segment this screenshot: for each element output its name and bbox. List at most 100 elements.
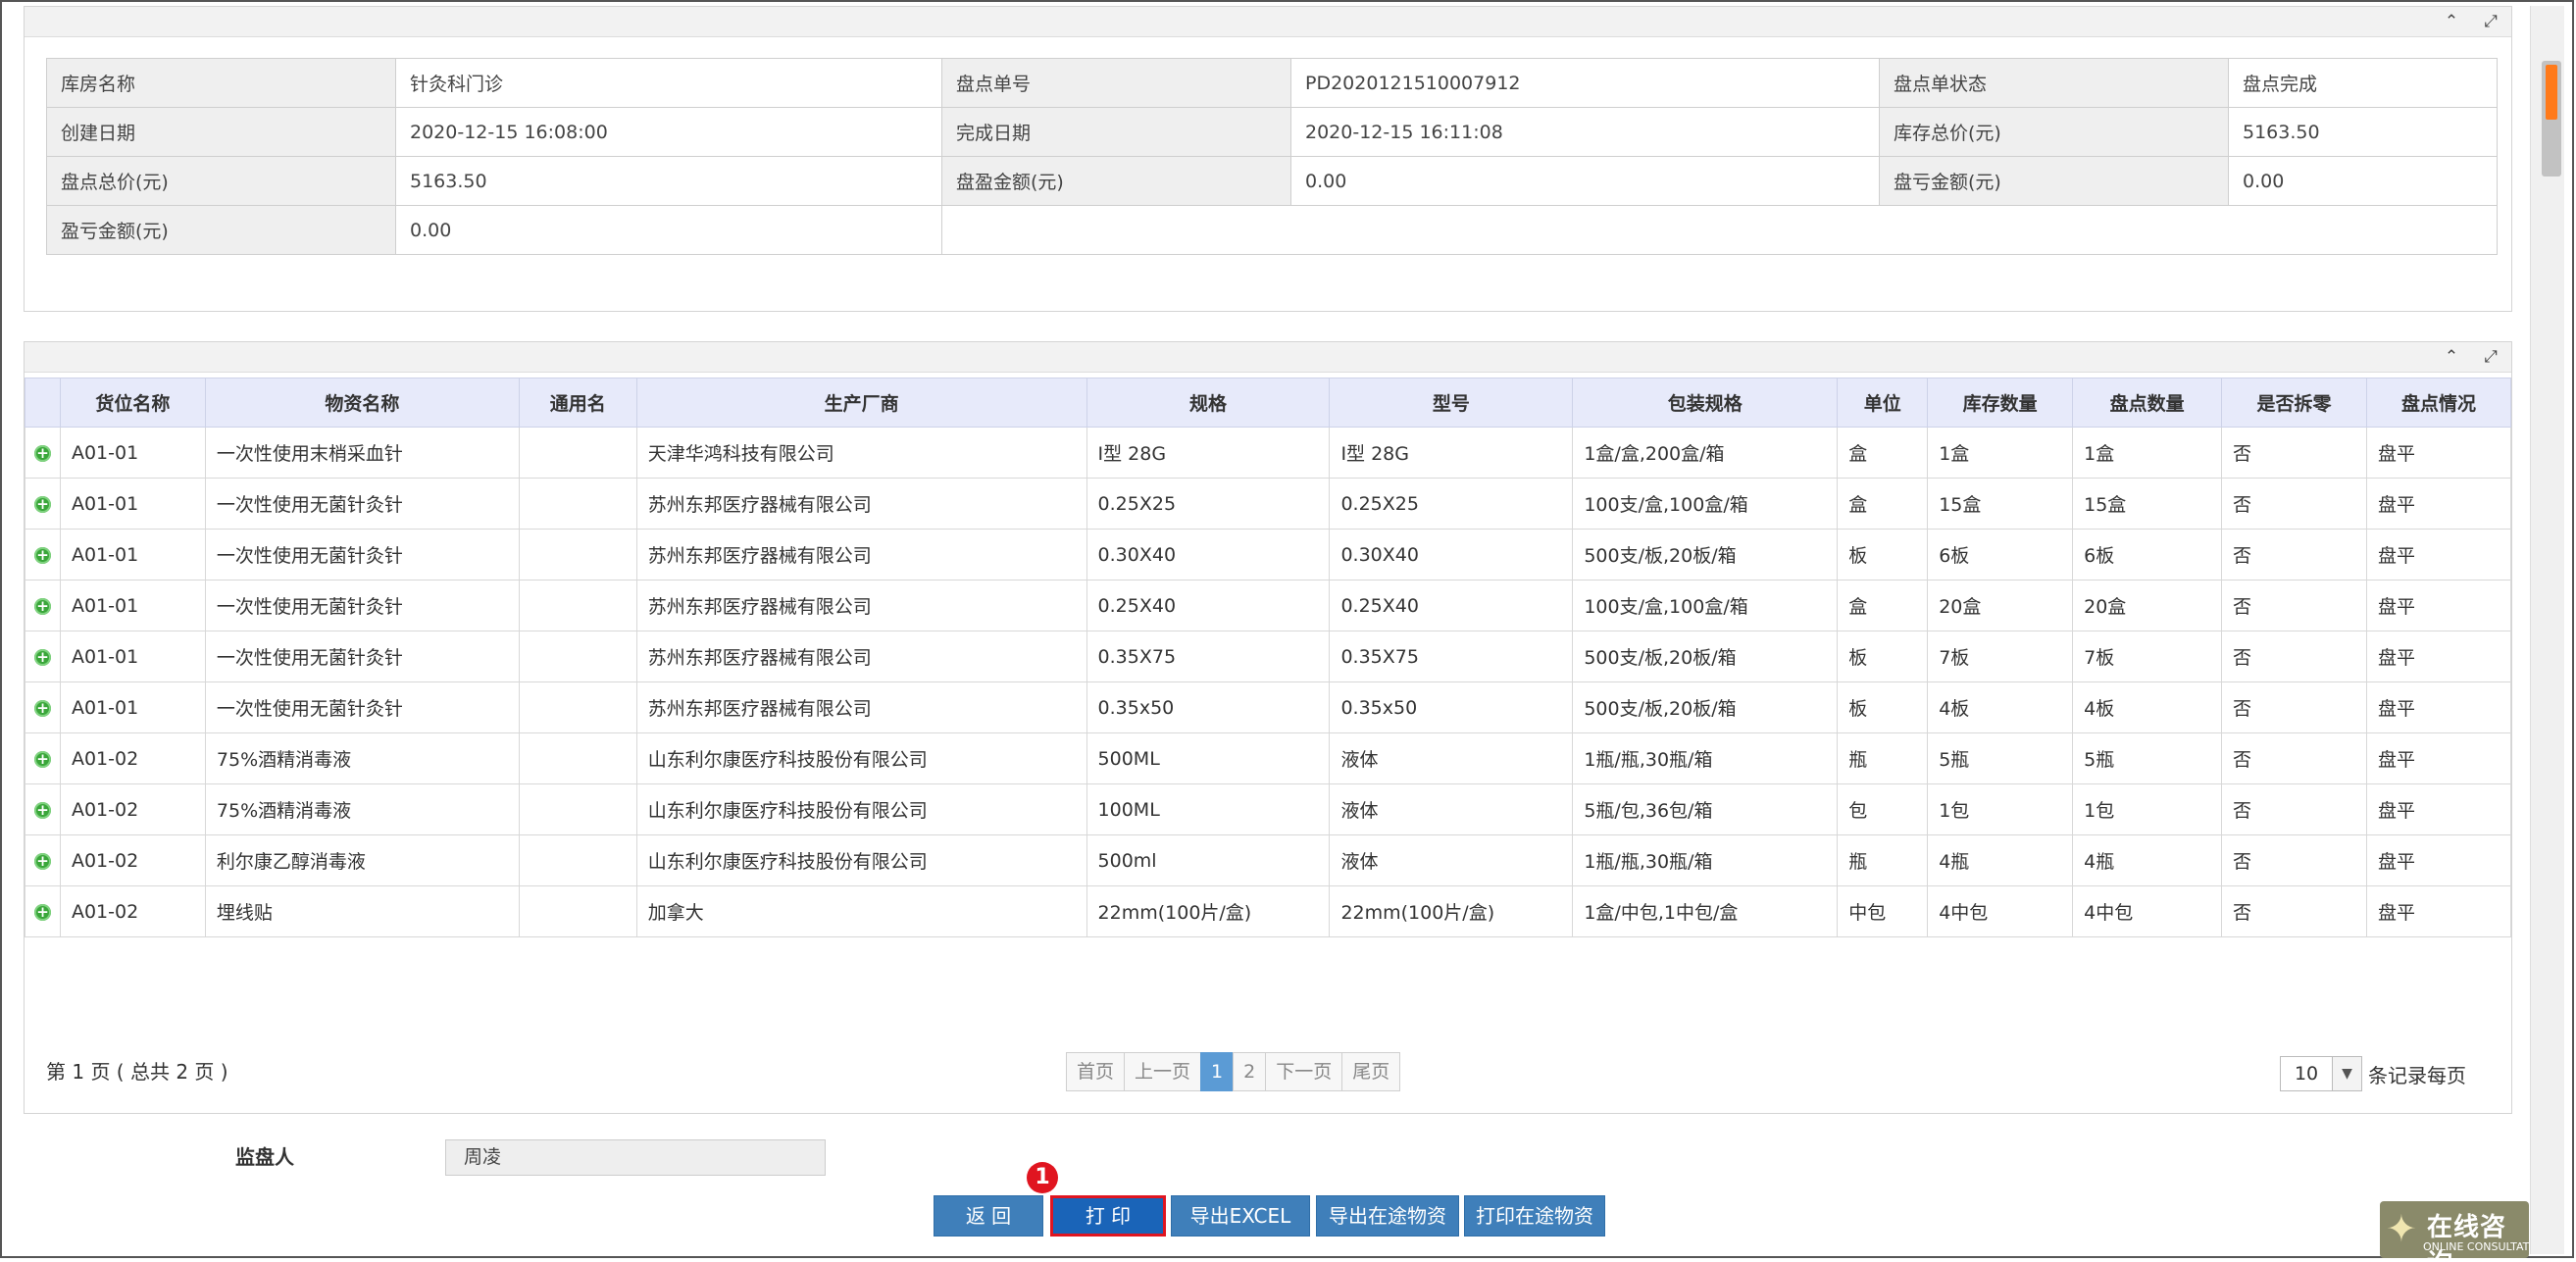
grid-header-model[interactable]: 型号	[1329, 378, 1574, 428]
first-page-button[interactable]: 首页	[1066, 1052, 1126, 1091]
cell-count-qty: 7板	[2072, 631, 2223, 682]
cell-split: 否	[2221, 732, 2367, 784]
cell-manufacturer: 天津华鸿科技有限公司	[635, 427, 1087, 479]
expand-plus-icon[interactable]: +	[33, 546, 51, 564]
next-page-button[interactable]: 下一页	[1265, 1052, 1343, 1091]
expand-plus-icon[interactable]: +	[33, 444, 51, 462]
stock-total-value: 5163.50	[2228, 107, 2498, 157]
cell-split: 否	[2221, 885, 2367, 937]
cell-package: 100支/盒,100盒/箱	[1572, 478, 1839, 530]
table-row[interactable]: + A01-01 一次性使用末梢采血针 天津华鸿科技有限公司 I型 28G I型 28G 1…	[25, 427, 2512, 479]
cell-count-qty: 20盒	[2072, 580, 2223, 631]
row-expand-cell: +	[25, 478, 61, 530]
collapse-icon[interactable]: ⌃	[2441, 11, 2462, 32]
vertical-scrollbar[interactable]	[2530, 6, 2564, 1254]
chevron-down-icon[interactable]: ▼	[2332, 1057, 2361, 1090]
table-row[interactable]: + A01-01 一次性使用无菌针灸针 苏州东邦医疗器械有限公司 0.25X25 0.25…	[25, 478, 2512, 530]
info-panel-header: ⌃ ⤢	[25, 7, 2511, 37]
star-icon: ✦	[2386, 1207, 2417, 1250]
app-frame: ⌃ ⤢ 库房名称 针灸科门诊 盘点单号 PD2020121510007912 盘…	[0, 0, 2574, 1258]
cell-package: 1瓶/瓶,30瓶/箱	[1572, 732, 1839, 784]
table-row[interactable]: + A01-02 75%酒精消毒液 山东利尔康医疗科技股份有限公司 100ML 液体 5瓶/…	[25, 783, 2512, 835]
cell-material: 一次性使用无菌针灸针	[204, 580, 520, 631]
print-transit-button[interactable]: 打印在途物资	[1464, 1195, 1605, 1237]
expand-plus-icon[interactable]: +	[33, 495, 51, 513]
expand-plus-icon[interactable]: +	[33, 903, 51, 921]
create-date-value: 2020-12-15 16:08:00	[395, 107, 942, 157]
cell-spec: I型 28G	[1086, 427, 1331, 479]
table-row[interactable]: + A01-01 一次性使用无菌针灸针 苏州东邦医疗器械有限公司 0.35X75 0.35…	[25, 631, 2512, 682]
grid-header-unit[interactable]: 单位	[1837, 378, 1929, 428]
scrollbar-thumb[interactable]	[2542, 61, 2561, 177]
finish-date-label: 完成日期	[941, 107, 1291, 157]
grid-header-manufacturer[interactable]: 生产厂商	[635, 378, 1087, 428]
table-row[interactable]: + A01-02 75%酒精消毒液 山东利尔康医疗科技股份有限公司 500ML 液体 1瓶/…	[25, 732, 2512, 784]
table-row[interactable]: + A01-01 一次性使用无菌针灸针 苏州东邦医疗器械有限公司 0.30X40 0.30…	[25, 529, 2512, 581]
last-page-button[interactable]: 尾页	[1341, 1052, 1401, 1091]
table-row[interactable]: + A01-02 利尔康乙醇消毒液 山东利尔康医疗科技股份有限公司 500ml 液体 1瓶/…	[25, 834, 2512, 886]
online-consult-widget[interactable]: ✦ 在线咨询 ONLINE CONSULTATION	[2380, 1201, 2529, 1258]
cell-location: A01-01	[59, 478, 206, 530]
cell-location: A01-01	[59, 580, 206, 631]
page-2-button[interactable]: 2	[1233, 1052, 1267, 1091]
cell-split: 否	[2221, 834, 2367, 886]
expand-plus-icon[interactable]: +	[33, 801, 51, 819]
grid-header-split[interactable]: 是否拆零	[2221, 378, 2367, 428]
pagination: 首页 上一页 1 2 下一页 尾页	[1066, 1052, 1401, 1091]
cell-split: 否	[2221, 631, 2367, 682]
cell-location: A01-02	[59, 834, 206, 886]
cell-unit: 盒	[1837, 427, 1929, 479]
cell-stock-qty: 15盒	[1927, 478, 2074, 530]
cell-package: 5瓶/包,36包/箱	[1572, 783, 1839, 835]
cell-location: A01-01	[59, 529, 206, 581]
table-row[interactable]: + A01-02 埋线贴 加拿大 22mm(100片/盒) 22mm(100片/盒) 1盒/…	[25, 885, 2512, 937]
table-row[interactable]: + A01-01 一次性使用无菌针灸针 苏州东邦医疗器械有限公司 0.35x50 0.35…	[25, 681, 2512, 733]
export-excel-button[interactable]: 导出EXCEL	[1171, 1195, 1310, 1237]
expand-icon[interactable]: ⤢	[2480, 346, 2501, 368]
cell-package: 1盒/中包,1中包/盒	[1572, 885, 1839, 937]
grid-header-stock-qty[interactable]: 库存数量	[1927, 378, 2074, 428]
cell-spec: 0.35X75	[1086, 631, 1331, 682]
grid-header-package[interactable]: 包装规格	[1572, 378, 1839, 428]
cell-generic	[518, 681, 637, 733]
cell-result: 盘平	[2365, 834, 2512, 886]
expand-plus-icon[interactable]: +	[33, 648, 51, 666]
print-button[interactable]: 打 印	[1050, 1195, 1166, 1237]
table-row[interactable]: + A01-01 一次性使用无菌针灸针 苏州东邦医疗器械有限公司 0.25X40 0.25…	[25, 580, 2512, 631]
cell-generic	[518, 631, 637, 682]
expand-plus-icon[interactable]: +	[33, 699, 51, 717]
cell-package: 100支/盒,100盒/箱	[1572, 580, 1839, 631]
cell-location: A01-01	[59, 427, 206, 479]
expand-plus-icon[interactable]: +	[33, 750, 51, 768]
grid-header-material[interactable]: 物资名称	[204, 378, 520, 428]
cell-manufacturer: 苏州东邦医疗器械有限公司	[635, 631, 1087, 682]
back-button[interactable]: 返 回	[934, 1195, 1043, 1237]
prev-page-button[interactable]: 上一页	[1124, 1052, 1202, 1091]
expand-icon[interactable]: ⤢	[2480, 11, 2501, 32]
page-size-select[interactable]: 10 ▼	[2280, 1056, 2362, 1091]
grid-header-result[interactable]: 盘点情况	[2365, 378, 2512, 428]
cell-result: 盘平	[2365, 631, 2512, 682]
grid-header-spec[interactable]: 规格	[1086, 378, 1331, 428]
cell-package: 1瓶/瓶,30瓶/箱	[1572, 834, 1839, 886]
cell-unit: 板	[1837, 631, 1929, 682]
row-expand-cell: +	[25, 783, 61, 835]
export-transit-button[interactable]: 导出在途物资	[1316, 1195, 1459, 1237]
supervisor-field: 周凌	[445, 1139, 826, 1176]
cell-location: A01-02	[59, 732, 206, 784]
page-1-button[interactable]: 1	[1200, 1052, 1235, 1091]
grid-header-location[interactable]: 货位名称	[59, 378, 206, 428]
expand-plus-icon[interactable]: +	[33, 852, 51, 870]
cell-generic	[518, 529, 637, 581]
expand-plus-icon[interactable]: +	[33, 597, 51, 615]
grid-header-count-qty[interactable]: 盘点数量	[2072, 378, 2223, 428]
cell-result: 盘平	[2365, 427, 2512, 479]
cell-result: 盘平	[2365, 529, 2512, 581]
cell-result: 盘平	[2365, 732, 2512, 784]
detail-panel: ⌃ ⤢ 货位名称 物资名称 通用名 生产厂商 规格 型号 包装规格 单位 库存数…	[24, 341, 2512, 1114]
cell-unit: 瓶	[1837, 732, 1929, 784]
grid-header-generic[interactable]: 通用名	[518, 378, 637, 428]
cell-unit: 板	[1837, 681, 1929, 733]
loss-amount-value: 0.00	[2228, 156, 2498, 206]
collapse-icon[interactable]: ⌃	[2441, 346, 2462, 368]
